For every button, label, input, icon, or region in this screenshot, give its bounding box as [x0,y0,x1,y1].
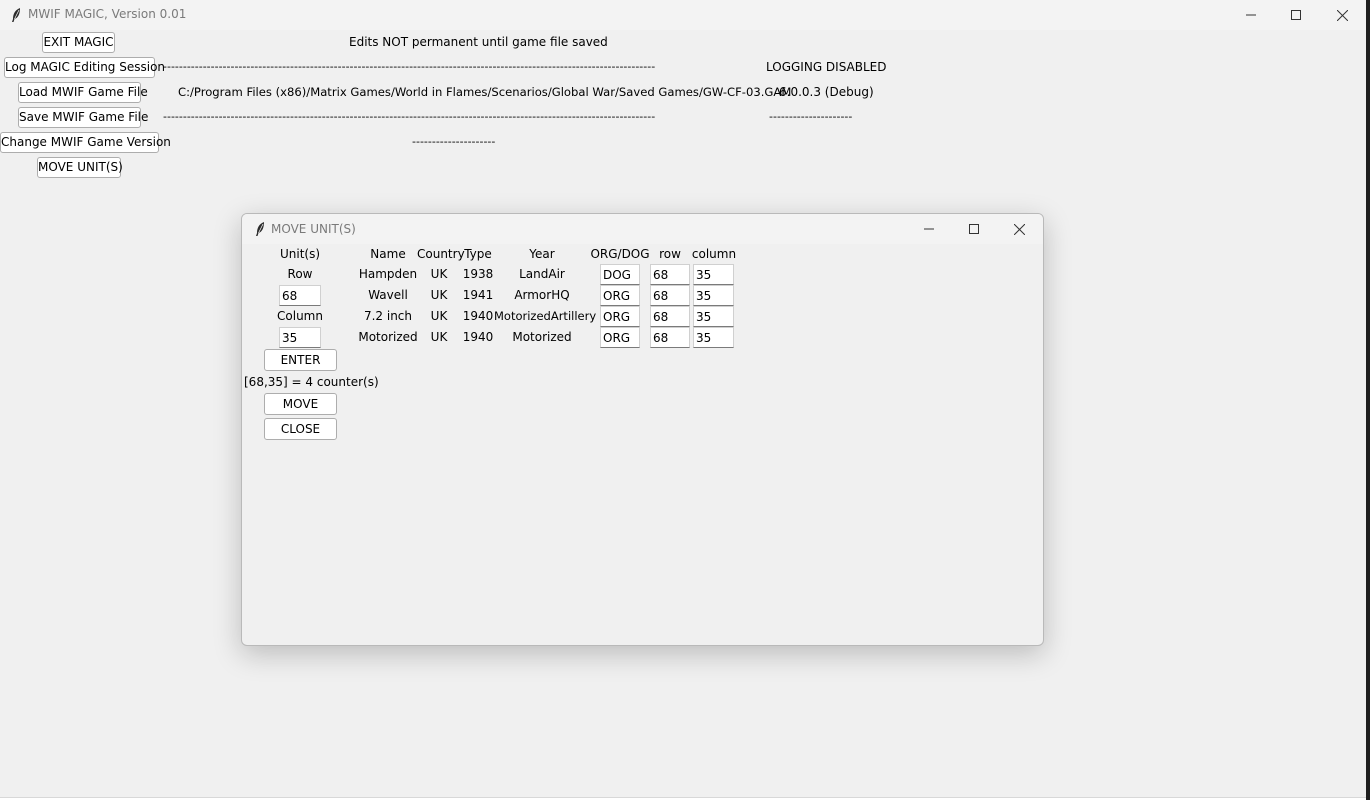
unit-country: UK [430,267,448,281]
move-units-button[interactable]: MOVE UNIT(S) [37,157,123,178]
maximize-icon [969,224,979,234]
column-input[interactable] [693,264,734,285]
orgdog-input[interactable] [600,285,640,306]
unit-year: ArmorHQ [514,288,570,302]
unit-name: 7.2 inch [363,309,413,323]
column-input[interactable] [693,327,734,348]
main-titlebar: MWIF MAGIC, Version 0.01 [0,0,1366,30]
orgdog-input[interactable] [600,327,640,348]
close-button[interactable]: CLOSE [264,418,337,440]
unit-type: 1940 [462,330,494,344]
save-status: --------------------- [769,110,853,123]
unit-name: Motorized [358,330,418,344]
header-orgdog: ORG/DOG [590,247,650,261]
move-units-dialog: MOVE UNIT(S) Unit(s) Row Column ENTER [6… [241,213,1044,646]
row-input[interactable] [279,285,321,306]
move-button[interactable]: MOVE [264,393,337,415]
row-input[interactable] [650,285,690,306]
unit-name: Hampden [358,267,418,281]
window-title: MWIF MAGIC, Version 0.01 [28,7,187,21]
game-file-path: C:/Program Files (x86)/Matrix Games/Worl… [178,85,792,99]
save-game-button[interactable]: Save MWIF Game File [18,107,148,128]
column-input[interactable] [693,306,734,327]
background-edge [1366,0,1370,800]
load-game-button[interactable]: Load MWIF Game File [18,82,148,103]
unit-year: Motorized [512,330,572,344]
close-icon [1013,223,1025,235]
unit-country: UK [430,330,448,344]
unit-year: LandAir [519,267,565,281]
close-window-button[interactable] [1319,0,1365,30]
unit-year: MotorizedArtillery [494,309,597,323]
column-input[interactable] [693,285,734,306]
edits-notice: Edits NOT permanent until game file save… [349,35,608,49]
orgdog-input[interactable] [600,306,640,327]
feather-icon [254,221,266,237]
unit-country: UK [430,288,448,302]
maximize-icon [1291,10,1301,20]
counter-result: [68,35] = 4 counter(s) [244,375,379,389]
row-input[interactable] [650,264,690,285]
header-year: Year [529,247,555,261]
orgdog-input[interactable] [600,264,640,285]
column-input[interactable] [279,327,321,348]
dialog-minimize-button[interactable] [906,214,952,244]
minimize-button[interactable] [1228,0,1274,30]
unit-type: 1938 [462,267,494,281]
row-input[interactable] [650,306,690,327]
log-dashes: ----------------------------------------… [163,60,656,73]
unit-type: 1941 [462,288,494,302]
game-version: 6.0.0.3 (Debug) [779,85,874,99]
log-session-button[interactable]: Log MAGIC Editing Session [4,57,165,78]
unit-country: UK [430,309,448,323]
row-input[interactable] [650,327,690,348]
minimize-icon [924,228,934,230]
header-column: column [691,247,737,261]
row-label: Row [287,267,313,281]
column-label: Column [277,309,323,323]
header-country: Country [417,247,465,261]
dialog-close-window-button[interactable] [996,214,1042,244]
dialog-maximize-button[interactable] [951,214,997,244]
enter-button[interactable]: ENTER [264,349,337,371]
units-label: Unit(s) [279,247,321,261]
minimize-icon [1246,14,1256,16]
header-type: Type [464,247,492,261]
header-name: Name [370,247,406,261]
save-dashes: ----------------------------------------… [163,110,656,123]
dialog-title: MOVE UNIT(S) [271,222,356,236]
feather-icon [10,7,22,23]
close-icon [1336,9,1348,21]
dialog-titlebar: MOVE UNIT(S) [242,214,1043,244]
unit-type: 1940 [462,309,494,323]
maximize-button[interactable] [1273,0,1319,30]
exit-magic-button[interactable]: EXIT MAGIC [42,32,115,53]
change-version-button[interactable]: Change MWIF Game Version [0,132,171,153]
unit-name: Wavell [368,288,408,302]
version-dashes: --------------------- [412,135,496,148]
logging-status: LOGGING DISABLED [766,60,887,74]
header-row: row [659,247,681,261]
